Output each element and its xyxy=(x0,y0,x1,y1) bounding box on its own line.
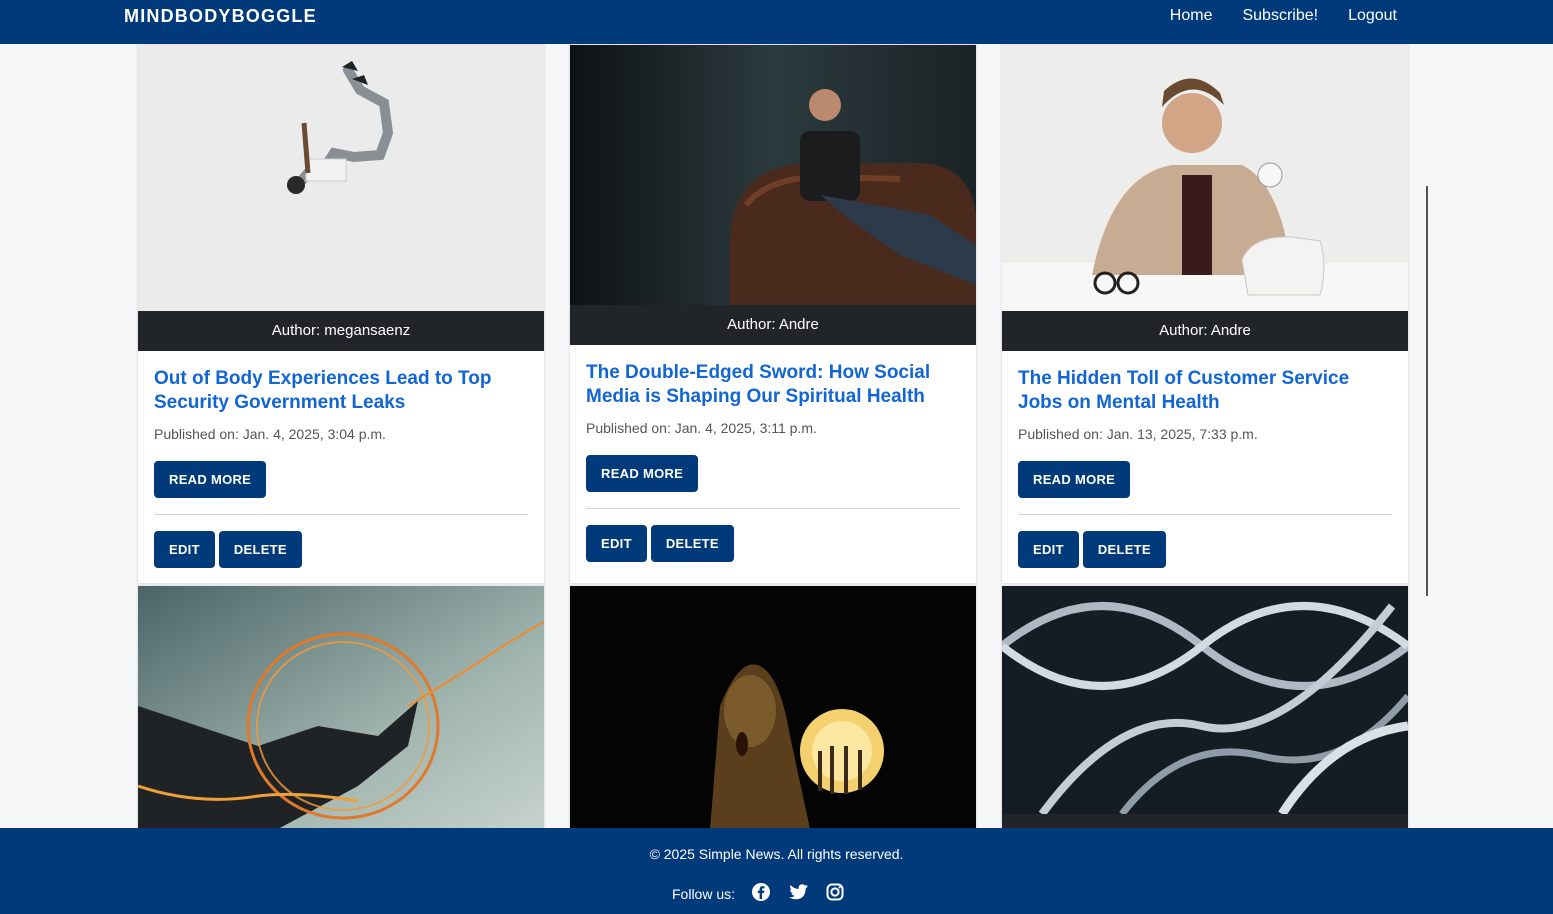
nav-links: Home Subscribe! Logout xyxy=(1170,7,1397,25)
article-card: Author: Andre The Double-Edged Sword: Ho… xyxy=(569,44,977,584)
card-actions: Edit Delete xyxy=(1018,531,1166,568)
footer: © 2025 Simple News. All rights reserved.… xyxy=(0,828,1553,914)
published-date: Published on: Jan. 4, 2025, 3:11 p.m. xyxy=(586,420,817,436)
edit-button[interactable]: Edit xyxy=(1018,531,1079,568)
article-image xyxy=(138,586,544,829)
published-date: Published on: Jan. 4, 2025, 3:04 p.m. xyxy=(154,426,386,442)
article-image xyxy=(570,586,976,829)
article-image xyxy=(1002,586,1408,814)
article-card: Author: megansaenz Out of Body Experienc… xyxy=(137,44,545,584)
author-label: Author: megansaenz xyxy=(138,311,544,351)
article-card xyxy=(1001,585,1409,830)
nav-home-link[interactable]: Home xyxy=(1170,7,1213,25)
article-title-link[interactable]: The Hidden Toll of Customer Service Jobs… xyxy=(1018,367,1392,415)
article-title-link[interactable]: Out of Body Experiences Lead to Top Secu… xyxy=(154,367,528,415)
card-body: The Hidden Toll of Customer Service Jobs… xyxy=(1018,367,1392,568)
twitter-icon[interactable] xyxy=(787,882,809,905)
brand-logo[interactable]: MINDBODYBOGGLE xyxy=(124,6,317,27)
nav-subscribe-link[interactable]: Subscribe! xyxy=(1242,7,1318,25)
card-actions: Edit Delete xyxy=(586,525,734,562)
divider xyxy=(154,514,528,515)
delete-button[interactable]: Delete xyxy=(650,525,734,562)
card-body: Out of Body Experiences Lead to Top Secu… xyxy=(154,367,528,568)
read-more-button[interactable]: Read More xyxy=(1018,461,1131,498)
edit-button[interactable]: Edit xyxy=(586,525,647,562)
social-links: Follow us: xyxy=(672,882,845,905)
copyright-text: © 2025 Simple News. All rights reserved. xyxy=(649,846,904,862)
article-image xyxy=(1002,45,1408,311)
author-label: Author: Andre xyxy=(570,305,976,345)
article-image xyxy=(570,45,976,305)
article-card xyxy=(569,585,977,830)
published-date: Published on: Jan. 13, 2025, 7:33 p.m. xyxy=(1018,426,1258,442)
author-label: Author: Andre xyxy=(1002,311,1408,351)
divider xyxy=(1018,514,1392,515)
article-card xyxy=(137,585,545,830)
read-more-button[interactable]: Read More xyxy=(586,455,699,492)
card-actions: Edit Delete xyxy=(154,531,302,568)
card-body: The Double-Edged Sword: How Social Media… xyxy=(586,361,960,562)
instagram-icon[interactable] xyxy=(825,882,845,905)
edit-button[interactable]: Edit xyxy=(154,531,215,568)
facebook-icon[interactable] xyxy=(751,882,771,905)
nav-logout-link[interactable]: Logout xyxy=(1348,7,1397,25)
author-bar xyxy=(1002,814,1408,829)
article-title-link[interactable]: The Double-Edged Sword: How Social Media… xyxy=(586,361,960,409)
divider xyxy=(586,508,960,509)
delete-button[interactable]: Delete xyxy=(1082,531,1166,568)
delete-button[interactable]: Delete xyxy=(218,531,302,568)
article-card: Author: Andre The Hidden Toll of Custome… xyxy=(1001,44,1409,584)
read-more-button[interactable]: Read More xyxy=(154,461,267,498)
article-image xyxy=(138,45,544,311)
scrollbar[interactable] xyxy=(1426,186,1428,596)
follow-us-label: Follow us: xyxy=(672,885,736,902)
navbar: MINDBODYBOGGLE Home Subscribe! Logout xyxy=(0,0,1553,44)
